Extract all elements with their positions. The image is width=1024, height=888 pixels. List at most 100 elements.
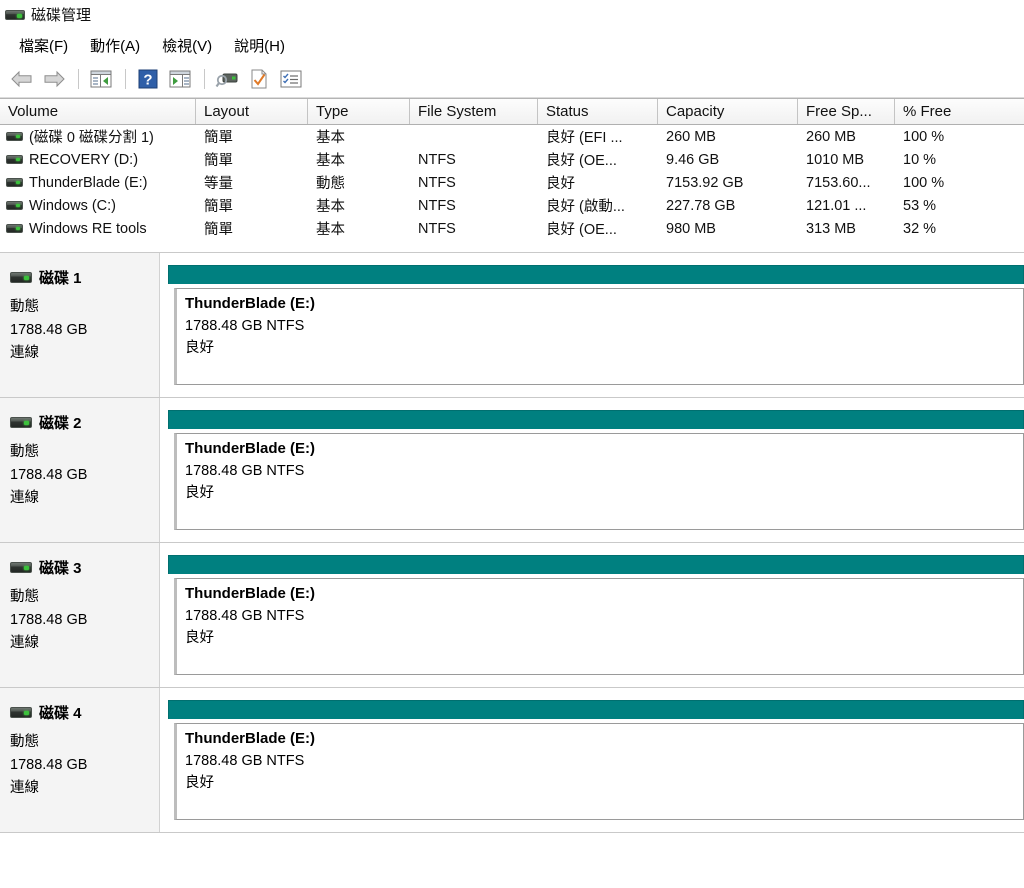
volume-percentfree-cell: 53 % <box>903 197 937 214</box>
volume-name-cell: Windows RE tools <box>0 217 196 240</box>
disk-row[interactable]: 磁碟 4 動態 1788.48 GB 連線 ThunderBlade (E:) … <box>0 688 1024 833</box>
document-check-icon <box>251 69 267 88</box>
volume-table-header: Volume Layout Type File System Status Ca… <box>0 99 1024 125</box>
column-header-status[interactable]: Status <box>538 99 658 124</box>
disk-row[interactable]: 磁碟 1 動態 1788.48 GB 連線 ThunderBlade (E:) … <box>0 253 1024 398</box>
volume-percentfree-cell: 32 % <box>903 220 937 237</box>
disk-capacity: 1788.48 GB <box>10 612 88 628</box>
column-header-file-system[interactable]: File System <box>410 99 538 124</box>
table-row[interactable]: Windows (C:) 簡單 基本 NTFS 良好 (啟動... 227.78… <box>0 194 1024 217</box>
disk-info-panel[interactable]: 磁碟 3 動態 1788.48 GB 連線 <box>0 543 160 687</box>
volume-percentfree-cell: 100 % <box>903 174 945 191</box>
volume-label: ThunderBlade (E:) <box>29 174 148 191</box>
partition-state: 良好 <box>185 775 214 791</box>
volume-layout-cell: 簡單 <box>204 199 233 215</box>
volume-type-cell: 基本 <box>316 130 345 146</box>
disk-name: 磁碟 4 <box>39 705 82 722</box>
back-arrow-icon <box>11 70 32 87</box>
partition-block[interactable]: ThunderBlade (E:) 1788.48 GB NTFS 良好 <box>174 578 1024 675</box>
volume-list-spacer <box>0 240 1024 253</box>
disk-name: 磁碟 2 <box>39 415 82 432</box>
show-action-pane-icon <box>169 70 191 87</box>
disk-type: 動態 <box>10 589 39 605</box>
partition-block[interactable]: ThunderBlade (E:) 1788.48 GB NTFS 良好 <box>174 723 1024 820</box>
toolbar-action-pane[interactable] <box>165 65 195 93</box>
volume-capacity-cell: 9.46 GB <box>666 151 720 168</box>
volume-disk-icon <box>6 178 23 187</box>
disk-title-row: 磁碟 2 <box>10 412 159 433</box>
column-header-layout[interactable]: Layout <box>196 99 308 124</box>
menu-help[interactable]: 說明(H) <box>223 32 296 59</box>
disk-partition-area: ThunderBlade (E:) 1788.48 GB NTFS 良好 <box>160 253 1024 397</box>
disk-drive-icon <box>10 417 32 428</box>
toolbar-properties[interactable] <box>244 65 274 93</box>
table-row[interactable]: ThunderBlade (E:) 等量 動態 NTFS 良好 7153.92 … <box>0 171 1024 194</box>
menubar: 檔案(F) 動作(A) 檢視(V) 說明(H) <box>0 30 1024 60</box>
toolbar-separator-1 <box>78 68 79 89</box>
disk-capacity: 1788.48 GB <box>10 757 88 773</box>
volume-filesystem-cell: NTFS <box>418 174 456 191</box>
volume-status-cell: 良好 <box>546 176 575 192</box>
volume-type-cell: 基本 <box>316 153 345 169</box>
partition-label: ThunderBlade (E:) <box>185 585 315 602</box>
table-row[interactable]: RECOVERY (D:) 簡單 基本 NTFS 良好 (OE... 9.46 … <box>0 148 1024 171</box>
disk-type: 動態 <box>10 299 39 315</box>
toolbar-console-tree[interactable] <box>86 65 116 93</box>
volume-filesystem-cell: NTFS <box>418 220 456 237</box>
volume-disk-icon <box>6 201 23 210</box>
menu-file[interactable]: 檔案(F) <box>8 32 79 59</box>
volume-layout-cell: 等量 <box>204 176 233 192</box>
disk-graphical-view: 磁碟 1 動態 1788.48 GB 連線 ThunderBlade (E:) … <box>0 253 1024 833</box>
forward-arrow-icon <box>44 70 65 87</box>
disk-row[interactable]: 磁碟 2 動態 1788.48 GB 連線 ThunderBlade (E:) … <box>0 398 1024 543</box>
menu-view[interactable]: 檢視(V) <box>151 32 223 59</box>
volume-layout-cell: 簡單 <box>204 130 233 146</box>
disk-info-panel[interactable]: 磁碟 1 動態 1788.48 GB 連線 <box>0 253 160 397</box>
partition-state: 良好 <box>185 630 214 646</box>
partition-label: ThunderBlade (E:) <box>185 295 315 312</box>
disk-status: 連線 <box>10 635 39 651</box>
partition-color-bar <box>168 555 1024 574</box>
table-row[interactable]: Windows RE tools 簡單 基本 NTFS 良好 (OE... 98… <box>0 217 1024 240</box>
help-question-icon: ? <box>138 69 158 88</box>
volume-name-cell: RECOVERY (D:) <box>0 148 196 171</box>
column-header-type[interactable]: Type <box>308 99 410 124</box>
toolbar-help[interactable]: ? <box>133 65 163 93</box>
volume-layout-cell: 簡單 <box>204 153 233 169</box>
volume-status-cell: 良好 (OE... <box>546 222 617 238</box>
volume-filesystem-cell: NTFS <box>418 151 456 168</box>
column-header-free-space[interactable]: Free Sp... <box>798 99 895 124</box>
volume-label: (磁碟 0 磁碟分割 1) <box>29 130 154 146</box>
volume-capacity-cell: 7153.92 GB <box>666 174 744 191</box>
partition-color-bar <box>168 410 1024 429</box>
column-header-percent-free[interactable]: % Free <box>895 99 1024 124</box>
volume-disk-icon <box>6 132 23 141</box>
toolbar-separator-3 <box>204 68 205 89</box>
column-header-capacity[interactable]: Capacity <box>658 99 798 124</box>
toolbar-back[interactable] <box>7 65 37 93</box>
volume-filesystem-cell: NTFS <box>418 197 456 214</box>
volume-capacity-cell: 227.78 GB <box>666 197 736 214</box>
disk-type: 動態 <box>10 444 39 460</box>
partition-size-fs: 1788.48 GB NTFS <box>185 463 305 479</box>
partition-block[interactable]: ThunderBlade (E:) 1788.48 GB NTFS 良好 <box>174 288 1024 385</box>
toolbar-show-list[interactable] <box>276 65 306 93</box>
table-row[interactable]: (磁碟 0 磁碟分割 1) 簡單 基本 良好 (EFI ... 260 MB 2… <box>0 125 1024 148</box>
disk-row[interactable]: 磁碟 3 動態 1788.48 GB 連線 ThunderBlade (E:) … <box>0 543 1024 688</box>
menu-action[interactable]: 動作(A) <box>79 32 151 59</box>
column-header-volume[interactable]: Volume <box>0 99 196 124</box>
disk-info-panel[interactable]: 磁碟 2 動態 1788.48 GB 連線 <box>0 398 160 542</box>
toolbar-forward[interactable] <box>39 65 69 93</box>
disk-partition-area: ThunderBlade (E:) 1788.48 GB NTFS 良好 <box>160 688 1024 832</box>
toolbar-rescan-disks[interactable] <box>212 65 242 93</box>
volume-name-cell: (磁碟 0 磁碟分割 1) <box>0 125 196 148</box>
volume-label: Windows (C:) <box>29 197 117 214</box>
disk-drive-icon <box>10 272 32 283</box>
partition-block[interactable]: ThunderBlade (E:) 1788.48 GB NTFS 良好 <box>174 433 1024 530</box>
partition-size-fs: 1788.48 GB NTFS <box>185 608 305 624</box>
volume-table-body: (磁碟 0 磁碟分割 1) 簡單 基本 良好 (EFI ... 260 MB 2… <box>0 125 1024 240</box>
volume-type-cell: 基本 <box>316 222 345 238</box>
partition-size-fs: 1788.48 GB NTFS <box>185 753 305 769</box>
disk-info-panel[interactable]: 磁碟 4 動態 1788.48 GB 連線 <box>0 688 160 832</box>
disk-partition-area: ThunderBlade (E:) 1788.48 GB NTFS 良好 <box>160 543 1024 687</box>
